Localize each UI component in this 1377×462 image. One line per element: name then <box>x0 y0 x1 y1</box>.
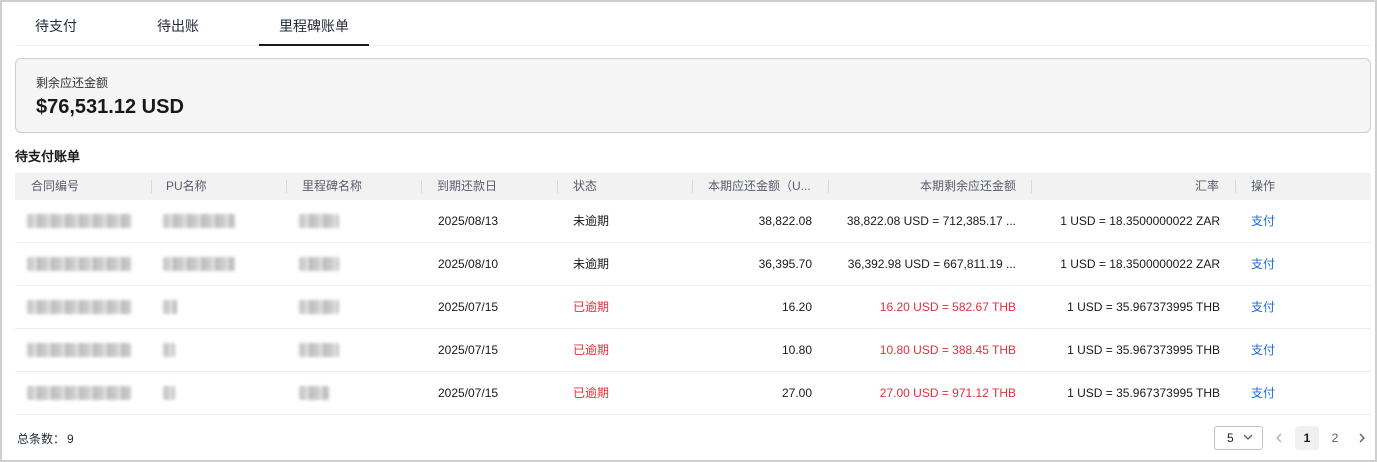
table-row: 2025/08/13 未逾期 38,822.08 38,822.08 USD =… <box>15 200 1371 243</box>
header-remaining-amount: 本期剩余应还金额 <box>828 173 1031 200</box>
header-milestone-name: 里程碑名称 <box>286 173 421 200</box>
header-contract-no: 合同编号 <box>31 179 80 193</box>
due-date: 2025/08/10 <box>438 257 499 271</box>
amount-due: 38,822.08 <box>758 214 812 228</box>
pay-link[interactable]: 支付 <box>1251 243 1311 285</box>
next-page-button[interactable] <box>1354 426 1370 450</box>
remaining-amount: 36,392.98 USD = 667,811.19 ... <box>847 257 1016 271</box>
contract-no-redacted <box>27 343 131 357</box>
status-text: 未逾期 <box>573 214 610 228</box>
bills-table: 合同编号 PU名称 里程碑名称 到期还款日 状态 本期应还金额（U... 本期剩… <box>15 173 1371 415</box>
milestone-name-redacted <box>299 386 329 400</box>
exchange-rate: 1 USD = 18.3500000022 ZAR <box>1060 214 1220 228</box>
exchange-rate: 1 USD = 35.967373995 THB <box>1067 386 1220 400</box>
amount-due: 27.00 <box>781 386 812 400</box>
page-1-button[interactable]: 1 <box>1295 426 1319 450</box>
section-title: 待支付账单 <box>15 149 81 164</box>
exchange-rate: 1 USD = 18.3500000022 ZAR <box>1060 257 1220 271</box>
header-due-date: 到期还款日 <box>421 173 556 200</box>
remaining-amount: 38,822.08 USD = 712,385.17 ... <box>846 214 1016 228</box>
contract-no-redacted <box>27 300 131 314</box>
remaining-amount-value: $76,531.12 USD <box>36 96 184 118</box>
header-exchange-rate: 汇率 <box>1031 173 1234 200</box>
page-size-select[interactable]: 5 <box>1214 426 1263 450</box>
table-row: 2025/07/15 已逾期 10.80 10.80 USD = 388.45 … <box>15 329 1371 372</box>
table-row: 2025/07/15 已逾期 16.20 16.20 USD = 582.67 … <box>15 286 1371 329</box>
pu-name-redacted <box>163 300 177 314</box>
pu-name-redacted <box>163 257 235 271</box>
chevron-left-icon <box>1276 433 1282 443</box>
amount-due: 16.20 <box>781 300 812 314</box>
status-text: 已逾期 <box>573 343 610 357</box>
milestone-name-redacted <box>299 300 339 314</box>
prev-page-button[interactable] <box>1271 426 1287 450</box>
table-row: 2025/08/10 未逾期 36,395.70 36,392.98 USD =… <box>15 243 1371 286</box>
pu-name-redacted <box>163 386 175 400</box>
amount-due: 36,395.70 <box>758 257 812 271</box>
remaining-amount: 16.20 USD = 582.67 THB <box>879 300 1016 314</box>
page-size-value: 5 <box>1227 431 1234 445</box>
tab-bar: 待支付 待出账 里程碑账单 <box>15 8 1370 46</box>
pay-link[interactable]: 支付 <box>1251 329 1311 371</box>
header-status: 状态 <box>557 173 692 200</box>
header-amount-due: 本期应还金额（U... <box>692 173 827 200</box>
pay-link[interactable]: 支付 <box>1251 372 1311 414</box>
contract-no-redacted <box>27 257 131 271</box>
contract-no-redacted <box>27 386 131 400</box>
remaining-amount: 10.80 USD = 388.45 THB <box>879 343 1016 357</box>
tab-pending-billing[interactable]: 待出账 <box>137 8 219 45</box>
total-count: 总条数： 9 <box>15 430 74 447</box>
header-operation: 操作 <box>1235 173 1371 200</box>
page-2-button[interactable]: 2 <box>1323 426 1347 450</box>
due-date: 2025/07/15 <box>438 343 499 357</box>
pu-name-redacted <box>163 214 235 228</box>
remaining-amount: 27.00 USD = 971.12 THB <box>879 386 1016 400</box>
total-count-value: 9 <box>67 432 74 446</box>
chevron-right-icon <box>1359 433 1365 443</box>
status-text: 未逾期 <box>573 257 610 271</box>
milestone-name-redacted <box>299 214 339 228</box>
milestone-name-redacted <box>299 257 339 271</box>
tab-pending-payment[interactable]: 待支付 <box>15 8 97 45</box>
pay-link[interactable]: 支付 <box>1251 200 1311 242</box>
table-header: 合同编号 PU名称 里程碑名称 到期还款日 状态 本期应还金额（U... 本期剩… <box>15 173 1371 200</box>
exchange-rate: 1 USD = 35.967373995 THB <box>1067 300 1220 314</box>
due-date: 2025/07/15 <box>438 386 499 400</box>
chevron-down-icon <box>1243 434 1253 440</box>
pu-name-redacted <box>163 343 175 357</box>
remaining-amount-card: 剩余应还金额 $76,531.12 USD <box>15 58 1371 133</box>
table-row: 2025/07/15 已逾期 27.00 27.00 USD = 971.12 … <box>15 372 1371 415</box>
remaining-amount-label: 剩余应还金额 <box>36 76 109 90</box>
status-text: 已逾期 <box>573 300 610 314</box>
amount-due: 10.80 <box>781 343 812 357</box>
status-text: 已逾期 <box>573 386 610 400</box>
milestone-name-redacted <box>299 343 339 357</box>
contract-no-redacted <box>27 214 131 228</box>
total-count-label: 总条数： <box>17 432 66 446</box>
exchange-rate: 1 USD = 35.967373995 THB <box>1067 343 1220 357</box>
header-pu-name: PU名称 <box>151 173 285 200</box>
tab-milestone-bills[interactable]: 里程碑账单 <box>259 8 369 46</box>
pay-link[interactable]: 支付 <box>1251 286 1311 328</box>
due-date: 2025/08/13 <box>438 214 499 228</box>
due-date: 2025/07/15 <box>438 300 499 314</box>
